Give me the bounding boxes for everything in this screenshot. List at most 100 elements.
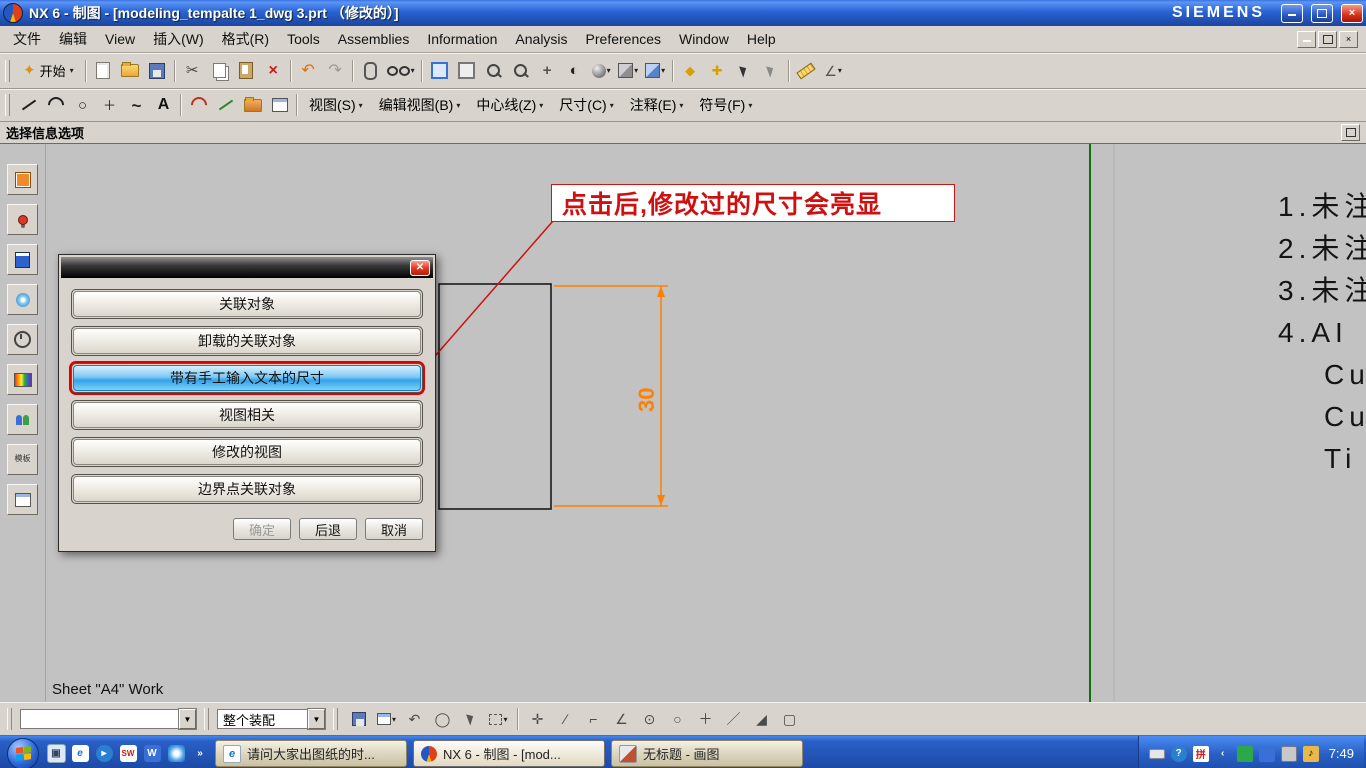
dialog-item-modified-views[interactable]: 修改的视图 (73, 439, 421, 465)
selection-scope-combo[interactable]: 整个装配 ▼ (217, 708, 326, 730)
mdi-restore-button[interactable] (1318, 30, 1337, 48)
selection-filter-arrow[interactable]: ▼ (178, 708, 197, 730)
menu-information[interactable]: Information (418, 28, 506, 50)
taskbar-window-forum[interactable]: e 请问大家出图纸的时... (215, 740, 407, 767)
reuse-library-button[interactable] (7, 284, 38, 315)
snap-corner-button[interactable]: ⌐ (581, 707, 606, 731)
menu-window[interactable]: Window (670, 28, 738, 50)
printer-icon[interactable] (1280, 745, 1297, 762)
menu-file[interactable]: 文件 (4, 26, 50, 52)
start-menu-button[interactable]: ✦ 开始 ▾ (15, 58, 82, 84)
menu-format[interactable]: 格式(R) (213, 26, 278, 52)
menu-insert[interactable]: 插入(W) (144, 26, 213, 52)
fit-view-button[interactable] (426, 58, 453, 84)
show-desktop-button[interactable]: ▣ (45, 743, 67, 765)
back-arrow-button[interactable]: ↶ (402, 707, 427, 731)
cut-button[interactable]: ✂ (179, 58, 206, 84)
spline-tool-button[interactable]: ~ (123, 92, 150, 118)
command-finder-button[interactable] (357, 58, 384, 84)
drawing-canvas[interactable]: 30 点击后,修改过的尺寸会亮显 1.未注 2.未注 3.未注 4.AI Cu … (46, 144, 1366, 702)
line-tool-button[interactable] (15, 92, 42, 118)
menu-assemblies[interactable]: Assemblies (329, 28, 419, 50)
snap-grid-button[interactable]: ▾ (374, 707, 399, 731)
close-button[interactable]: × (1341, 3, 1363, 23)
ie-quicklaunch-button[interactable]: e (69, 743, 91, 765)
dimension-dropdown[interactable]: 尺寸(C) ▾ (551, 93, 621, 117)
dialog-item-associated-objects[interactable]: 关联对象 (73, 291, 421, 317)
select-scope-button[interactable] (758, 58, 785, 84)
part-navigator-button[interactable] (7, 244, 38, 275)
cue-bar-options-button[interactable] (1341, 124, 1360, 141)
snap-arc-center-button[interactable]: ⊙ (637, 707, 662, 731)
zoom-button[interactable] (480, 58, 507, 84)
templates-palette-button[interactable]: 模板 (7, 444, 38, 475)
sheet-tool-button[interactable] (239, 92, 266, 118)
view-dropdown[interactable]: 视图(S) ▾ (301, 93, 371, 117)
table-tool-button[interactable] (266, 92, 293, 118)
snap-endpoint-button[interactable]: ∕ (553, 707, 578, 731)
quicklaunch-overflow-button[interactable]: » (189, 743, 211, 765)
help-icon[interactable]: ? (1170, 745, 1187, 762)
dialog-item-boundary-point-associated-objects[interactable]: 边界点关联对象 (73, 476, 421, 502)
delete-button[interactable]: × (260, 58, 287, 84)
dialog-item-view-dependent[interactable]: 视图相关 (73, 402, 421, 428)
snap-quadrant-button[interactable]: ○ (665, 707, 690, 731)
selection-filter-button[interactable] (731, 58, 758, 84)
messenger-icon[interactable] (1258, 745, 1275, 762)
shaded-view-button[interactable]: ▾ (588, 58, 615, 84)
snap-point-on-face-button[interactable]: ◢ (749, 707, 774, 731)
dialog-title-bar[interactable]: ✕ (61, 257, 433, 278)
snap-point-on-curve-button[interactable]: ／ (721, 707, 746, 731)
text-tool-button[interactable]: A (150, 92, 177, 118)
cancel-button[interactable]: 取消 (365, 518, 423, 540)
snap-intersection-button[interactable]: ∠ (609, 707, 634, 731)
dialog-item-dimensions-with-manual-text[interactable]: 带有手工输入文本的尺寸 (73, 365, 421, 391)
keyboard-icon[interactable] (1148, 748, 1165, 759)
copy-button[interactable] (206, 58, 233, 84)
arc-tool-button[interactable] (42, 92, 69, 118)
toolbar-grip[interactable] (5, 59, 10, 82)
minimize-button[interactable] (1281, 3, 1303, 23)
point-tool-button[interactable]: ＋ (96, 92, 123, 118)
browser-quicklaunch-button[interactable] (165, 743, 187, 765)
roles-palette-button[interactable] (7, 404, 38, 435)
symbol-dropdown[interactable]: 符号(F) ▾ (691, 93, 760, 117)
start-orb-button[interactable] (7, 737, 39, 768)
snap-screen-position-button[interactable]: ▢ (777, 707, 802, 731)
hidden-icons-chevron[interactable]: ‹ (1215, 746, 1231, 762)
circle-tool-button[interactable]: ○ (69, 92, 96, 118)
toolbar-grip[interactable] (333, 708, 338, 730)
mdi-minimize-button[interactable] (1297, 30, 1316, 48)
wps-quicklaunch-button[interactable]: W (141, 743, 163, 765)
rectangle-select-button[interactable]: ▾ (486, 707, 511, 731)
back-button[interactable]: 后退 (299, 518, 357, 540)
save-button[interactable] (144, 58, 171, 84)
menu-help[interactable]: Help (738, 28, 785, 50)
constraint-navigator-button[interactable] (7, 204, 38, 235)
redo-button[interactable]: ↷ (322, 58, 349, 84)
dialog-item-unloaded-associated-objects[interactable]: 卸载的关联对象 (73, 328, 421, 354)
snap-point-button[interactable]: ◆ (677, 58, 704, 84)
taskbar-window-paint[interactable]: 无标题 - 画图 (611, 740, 803, 767)
antivirus-icon[interactable] (1236, 745, 1253, 762)
pan-button[interactable]: + (534, 58, 561, 84)
assembly-navigator-button[interactable] (7, 164, 38, 195)
scene-palette-button[interactable] (7, 484, 38, 515)
restore-button[interactable] (1311, 3, 1333, 23)
zoom-box-button[interactable] (453, 58, 480, 84)
new-file-button[interactable] (90, 58, 117, 84)
toolbar-grip[interactable] (204, 708, 209, 730)
snap-disk-button[interactable] (346, 707, 371, 731)
volume-icon[interactable]: ♪ (1302, 745, 1319, 762)
menu-view[interactable]: View (96, 28, 144, 50)
zoom-in-out-button[interactable] (507, 58, 534, 84)
materials-palette-button[interactable] (7, 364, 38, 395)
display-mode-button[interactable]: ▾ (615, 58, 642, 84)
derived-line-button[interactable] (212, 92, 239, 118)
menu-analysis[interactable]: Analysis (506, 28, 576, 50)
toolbar-grip[interactable] (5, 94, 10, 116)
input-method-icon[interactable]: 拼 (1192, 745, 1209, 762)
history-palette-button[interactable] (7, 324, 38, 355)
orient-view-button[interactable]: ▾ (642, 58, 669, 84)
centerline-dropdown[interactable]: 中心线(Z) ▾ (468, 93, 551, 117)
